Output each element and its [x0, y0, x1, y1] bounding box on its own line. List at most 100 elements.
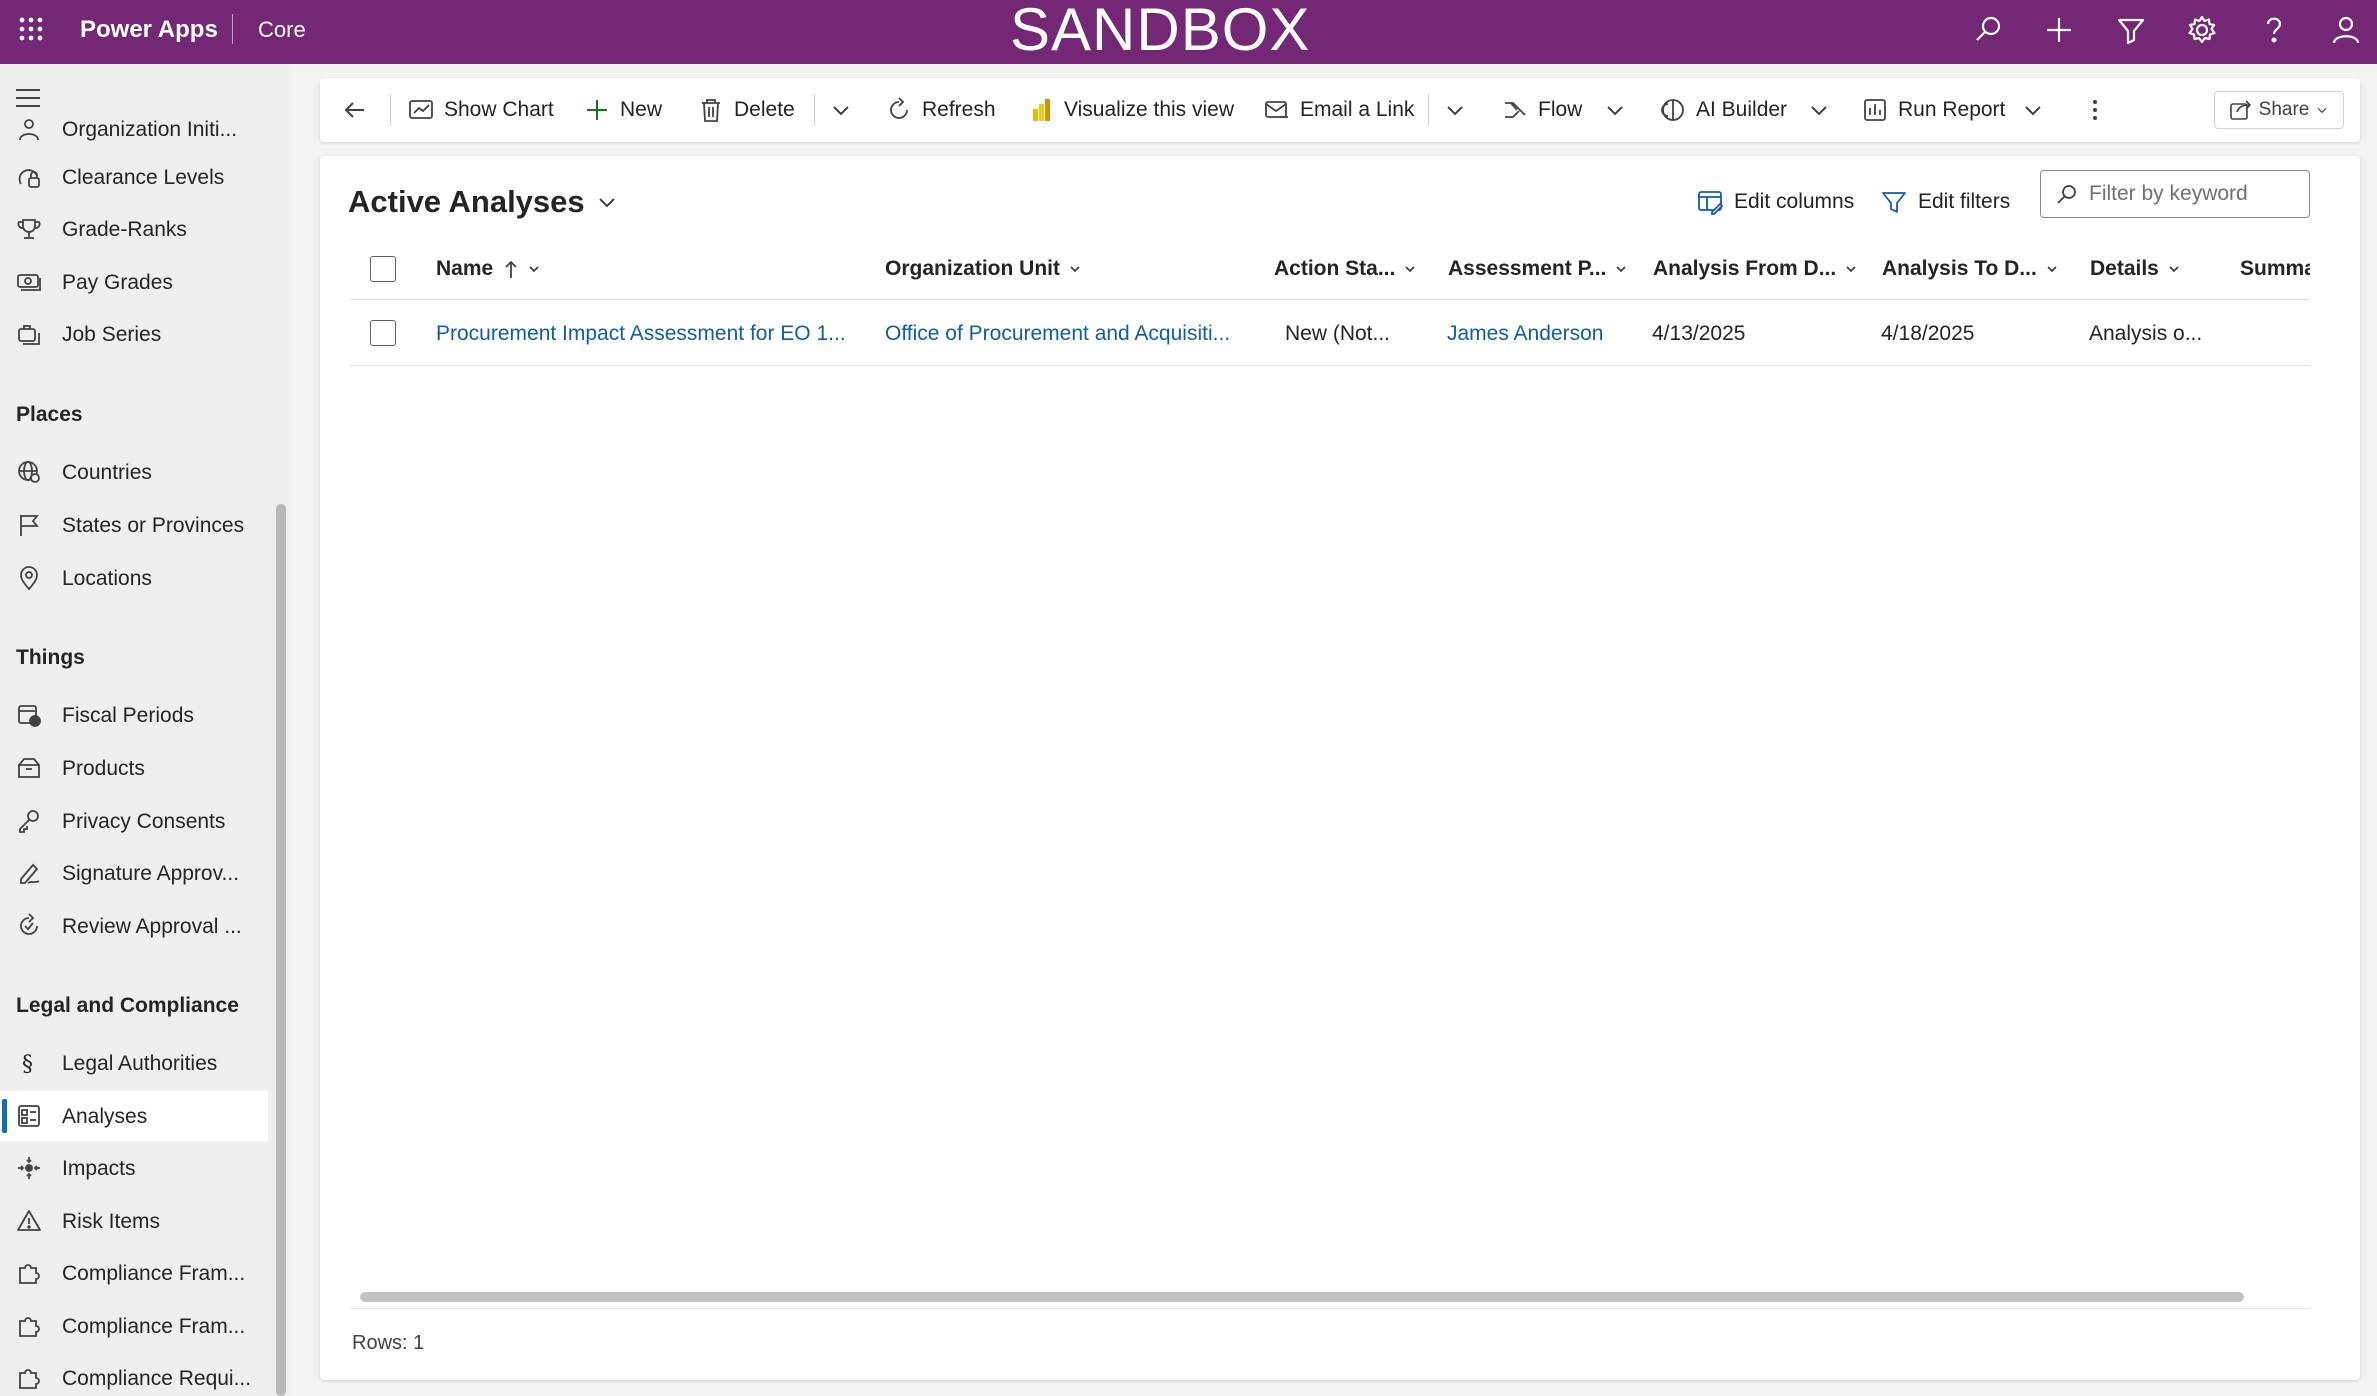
- refresh-button[interactable]: Refresh: [886, 90, 996, 130]
- sidebar-item-countries[interactable]: Countries: [0, 447, 268, 497]
- row-select-checkbox[interactable]: [370, 320, 396, 346]
- sidebar-item-label: Analyses: [62, 1105, 148, 1128]
- box-icon: [16, 755, 42, 781]
- sidebar-item-label: Locations: [62, 567, 152, 590]
- flag-icon: [16, 512, 42, 538]
- email-a-link-button[interactable]: Email a Link: [1264, 90, 1414, 130]
- sidebar-item-analyses[interactable]: Analyses: [0, 1091, 268, 1141]
- horizontal-scrollbar[interactable]: [360, 1292, 2244, 1302]
- sidebar-item-states-or-provinces[interactable]: States or Provinces: [0, 500, 268, 550]
- chart-icon: [409, 100, 433, 119]
- sidebar-item-clearance-levels[interactable]: Clearance Levels: [0, 152, 268, 202]
- sidebar-item-organization-initiatives[interactable]: Organization Initi...: [0, 104, 268, 154]
- row-count: Rows: 1: [352, 1332, 425, 1354]
- run-report-dropdown[interactable]: [2020, 90, 2046, 130]
- back-button[interactable]: [342, 90, 368, 130]
- visualize-this-view-button[interactable]: Visualize this view: [1028, 90, 1234, 130]
- puzzle-icon: [16, 1365, 42, 1391]
- sidebar-item-legal-authorities[interactable]: § Legal Authorities: [0, 1038, 268, 1088]
- run-report-button[interactable]: Run Report: [1862, 90, 2005, 130]
- email-link-dropdown[interactable]: [1442, 90, 1468, 130]
- filter-by-keyword-input[interactable]: [2089, 182, 2309, 206]
- flow-icon: [1505, 102, 1526, 118]
- sidebar-item-job-series[interactable]: Job Series: [0, 309, 268, 359]
- column-header-details[interactable]: Details: [2090, 256, 2181, 282]
- sidebar-item-compliance-frameworks[interactable]: Compliance Fram...: [0, 1248, 268, 1298]
- sidebar-item-fiscal-periods[interactable]: Fiscal Periods: [0, 690, 268, 740]
- column-header-label: Action Sta...: [1274, 257, 1396, 280]
- money-icon: [16, 269, 42, 295]
- sidebar-item-compliance-requirements[interactable]: Compliance Requi...: [0, 1353, 268, 1396]
- show-chart-button[interactable]: Show Chart: [408, 90, 554, 130]
- edit-filters-label: Edit filters: [1918, 190, 2011, 213]
- column-header-analysis-to-date[interactable]: Analysis To D...: [1882, 256, 2059, 282]
- column-header-label: Summa: [2240, 257, 2310, 280]
- flow-dropdown[interactable]: [1602, 90, 1628, 130]
- view-selector[interactable]: Active Analyses: [348, 180, 619, 224]
- edit-columns-button[interactable]: Edit columns: [1696, 180, 1854, 224]
- chevron-down-icon: [1607, 106, 1623, 116]
- sidebar-item-grade-ranks[interactable]: Grade-Ranks: [0, 204, 268, 254]
- sidebar-item-pay-grades[interactable]: Pay Grades: [0, 257, 268, 307]
- sidebar-item-review-approval[interactable]: Review Approval ...: [0, 901, 268, 951]
- run-report-label: Run Report: [1898, 98, 2006, 121]
- person-icon[interactable]: [2328, 12, 2364, 48]
- edit-filters-button[interactable]: Edit filters: [1880, 180, 2010, 224]
- delete-button[interactable]: Delete: [698, 90, 795, 130]
- column-header-action-status[interactable]: Action Sta...: [1274, 256, 1417, 282]
- sidebar-item-risk-items[interactable]: Risk Items: [0, 1196, 268, 1246]
- cell-details: Analysis o...: [2089, 322, 2203, 345]
- ai-builder-button[interactable]: AI Builder: [1660, 90, 1787, 130]
- environment-name[interactable]: Core: [258, 15, 306, 45]
- column-header-analysis-from-date[interactable]: Analysis From D...: [1653, 256, 1858, 282]
- column-header-assessment-person[interactable]: Assessment P...: [1448, 256, 1628, 282]
- column-header-organization-unit[interactable]: Organization Unit: [885, 256, 1082, 282]
- cell-organization-unit-link[interactable]: Office of Procurement and Acquisiti...: [885, 321, 1235, 347]
- sidebar-item-locations[interactable]: Locations: [0, 553, 268, 603]
- filter-by-keyword-box[interactable]: [2040, 170, 2310, 218]
- nav-group-legal-and-compliance: Legal and Compliance: [16, 994, 239, 1017]
- app-name[interactable]: Power Apps: [80, 15, 218, 45]
- gear-icon[interactable]: [2184, 12, 2220, 48]
- sidebar-item-privacy-consents[interactable]: Privacy Consents: [0, 796, 268, 846]
- plus-icon[interactable]: [2041, 12, 2077, 48]
- sidebar-item-label: Grade-Ranks: [62, 218, 187, 241]
- table-row[interactable]: Procurement Impact Assessment for EO 1..…: [350, 300, 2310, 366]
- sidebar-item-impacts[interactable]: Impacts: [0, 1143, 268, 1193]
- sidebar-scrollbar[interactable]: [276, 504, 286, 1396]
- chevron-down-icon: [1846, 266, 1856, 273]
- column-header-label: Analysis From D...: [1653, 257, 1837, 280]
- filter-icon: [1882, 192, 1906, 213]
- sidebar-item-label: Compliance Fram...: [62, 1262, 246, 1285]
- sidebar-item-label: States or Provinces: [62, 514, 245, 537]
- select-all-checkbox[interactable]: [370, 256, 396, 282]
- sidebar-item-compliance-framework-items[interactable]: Compliance Fram...: [0, 1301, 268, 1351]
- new-button[interactable]: New: [584, 90, 662, 130]
- ai-builder-dropdown[interactable]: [1806, 90, 1832, 130]
- share-button[interactable]: Share: [2214, 91, 2344, 129]
- app-launcher-icon[interactable]: [16, 14, 46, 44]
- power-bi-icon: [1033, 99, 1050, 121]
- filter-icon[interactable]: [2113, 12, 2149, 48]
- sidebar-item-signature-approvals[interactable]: Signature Approv...: [0, 848, 268, 898]
- more-commands-dropdown[interactable]: [828, 90, 854, 130]
- flow-button[interactable]: Flow: [1502, 90, 1582, 130]
- search-icon[interactable]: [1970, 12, 2006, 48]
- topbar-divider: [232, 14, 233, 44]
- column-header-summary[interactable]: Summa: [2240, 256, 2310, 282]
- help-icon[interactable]: [2256, 12, 2292, 48]
- more-options-button[interactable]: [2082, 90, 2108, 130]
- email-link-icon: [1265, 101, 1288, 118]
- review-cycle-icon: [16, 913, 42, 939]
- sidebar-item-label: Countries: [62, 461, 152, 484]
- cell-name-link[interactable]: Procurement Impact Assessment for EO 1..…: [436, 321, 846, 347]
- globe-icon: [16, 459, 42, 485]
- chevron-down-icon: [1811, 106, 1827, 116]
- sidebar-item-products[interactable]: Products: [0, 743, 268, 793]
- sidebar-item-label: Pay Grades: [62, 271, 173, 294]
- column-header-name[interactable]: Name: [436, 256, 541, 282]
- command-divider: [390, 94, 391, 126]
- impact-icon: [16, 1155, 42, 1181]
- command-divider: [1428, 94, 1429, 126]
- cell-assessment-person-link[interactable]: James Anderson: [1447, 321, 1637, 347]
